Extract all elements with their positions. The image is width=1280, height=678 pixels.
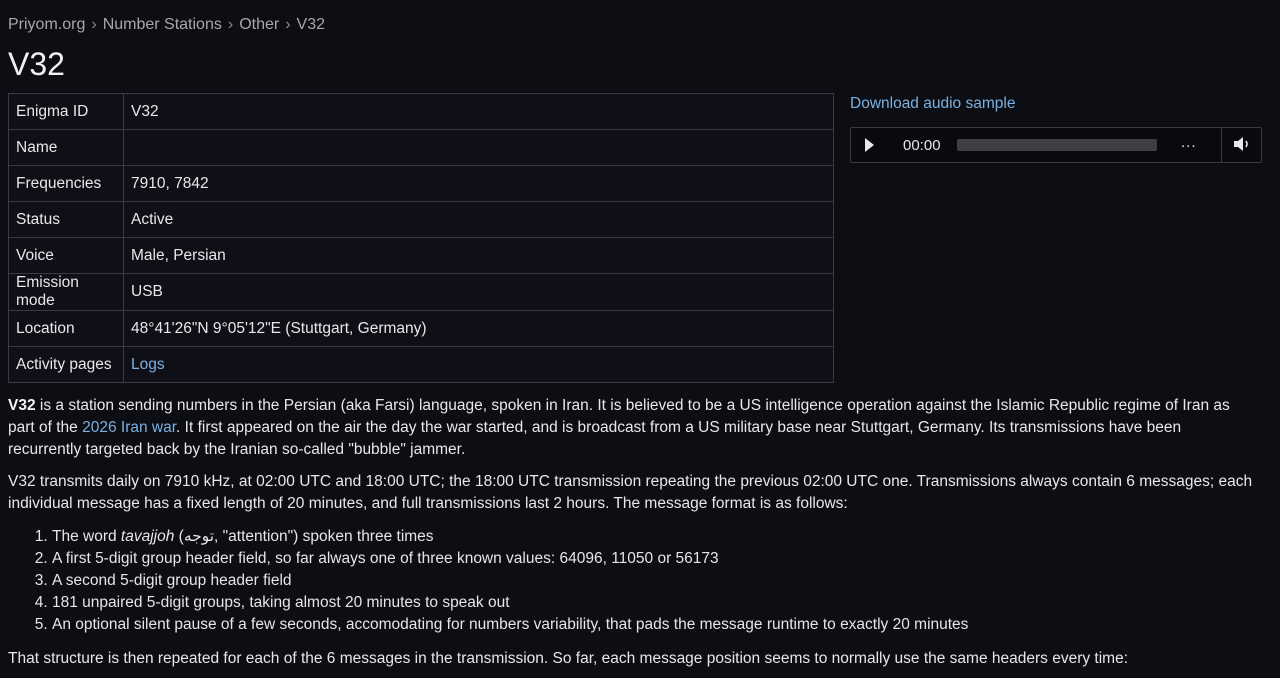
station-info-table: Enigma ID V32 Name Frequencies 7910, 784… — [8, 93, 834, 383]
step-text-a: The word — [52, 528, 121, 545]
intro-paragraph: V32 is a station sending numbers in the … — [8, 395, 1258, 461]
station-name-bold: V32 — [8, 397, 36, 414]
structure-paragraph: That structure is then repeated for each… — [8, 650, 1129, 667]
table-row: Status Active — [8, 201, 834, 238]
list-item: An optional silent pause of a few second… — [52, 614, 1252, 636]
row-value: 7910, 7842 — [123, 165, 834, 202]
row-key: Status — [8, 201, 124, 238]
audio-section: Download audio sample 00:00 ... — [850, 95, 1262, 163]
row-value: Active — [123, 201, 834, 238]
breadcrumb-number-stations[interactable]: Number Stations — [103, 16, 222, 33]
table-row: Name — [8, 129, 834, 166]
row-key: Activity pages — [8, 346, 124, 383]
audio-player: 00:00 ... — [850, 127, 1262, 163]
table-row: Frequencies 7910, 7842 — [8, 165, 834, 202]
step-italic-word: tavajjoh — [120, 528, 175, 545]
page-title: V32 — [8, 46, 65, 82]
play-icon[interactable] — [865, 138, 874, 152]
row-key: Frequencies — [8, 165, 124, 202]
table-row: Location 48°41'26"N 9°05'12"E (Stuttgart… — [8, 310, 834, 347]
audio-progress-bar[interactable] — [957, 139, 1157, 151]
schedule-paragraph: V32 transmits daily on 7910 kHz, at 02:0… — [8, 473, 1253, 512]
breadcrumb-separator: › — [227, 16, 234, 33]
breadcrumb-current: V32 — [296, 16, 325, 33]
list-item: A second 5-digit group header field — [52, 570, 1252, 592]
row-value: 48°41'26"N 9°05'12"E (Stuttgart, Germany… — [123, 310, 834, 347]
breadcrumb-separator: › — [91, 16, 97, 33]
breadcrumb-other[interactable]: Other — [239, 16, 279, 33]
row-value: USB — [123, 273, 834, 311]
table-row: Activity pages Logs — [8, 346, 834, 383]
more-options-icon[interactable]: ... — [1181, 134, 1197, 151]
row-value — [123, 129, 834, 166]
row-key: Enigma ID — [8, 93, 124, 130]
row-key: Voice — [8, 237, 124, 274]
step-text-b: (توجه, "attention") spoken three times — [174, 528, 434, 545]
row-key: Name — [8, 129, 124, 166]
row-value: Male, Persian — [123, 237, 834, 274]
iran-war-link[interactable]: 2026 Iran war — [82, 419, 176, 436]
list-item: 181 unpaired 5-digit groups, taking almo… — [52, 592, 1252, 614]
list-item: A first 5-digit group header field, so f… — [52, 548, 1252, 570]
row-key: Emission mode — [8, 273, 124, 311]
download-audio-link[interactable]: Download audio sample — [850, 95, 1015, 112]
breadcrumb-priyom[interactable]: Priyom.org — [8, 16, 85, 33]
table-row: Voice Male, Persian — [8, 237, 834, 274]
table-row: Enigma ID V32 — [8, 93, 834, 130]
player-divider — [1221, 128, 1222, 162]
intro-text-b: . It first appeared on the air the day t… — [8, 419, 1182, 458]
breadcrumb-separator: › — [285, 16, 291, 33]
message-format-list: The word tavajjoh (توجه, "attention") sp… — [8, 526, 1252, 636]
logs-link[interactable]: Logs — [131, 356, 165, 373]
list-item: The word tavajjoh (توجه, "attention") sp… — [52, 526, 1252, 548]
volume-icon[interactable] — [1233, 136, 1251, 152]
breadcrumb: Priyom.org › Number Stations › Other › V32 — [8, 16, 325, 34]
row-value: V32 — [123, 93, 834, 130]
audio-time: 00:00 — [903, 137, 941, 154]
row-value: Logs — [123, 346, 834, 383]
table-row: Emission mode USB — [8, 273, 834, 311]
row-key: Location — [8, 310, 124, 347]
